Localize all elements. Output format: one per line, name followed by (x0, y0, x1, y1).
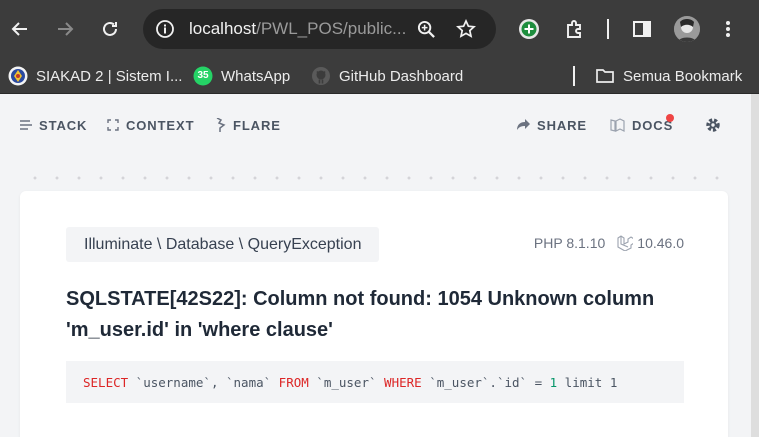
siakad-logo-icon (8, 66, 28, 86)
docs-notification-dot (666, 114, 674, 122)
side-panel-button[interactable] (630, 17, 654, 41)
stack-icon (20, 120, 32, 130)
laravel-version-group: 10.46.0 (617, 235, 684, 251)
sql-query: SELECT `username`, `nama` FROM `m_user` … (66, 361, 684, 403)
bookmark-siakad[interactable]: SIAKAD 2 | Sistem I... (8, 58, 182, 94)
bookmarks-divider (573, 66, 575, 86)
sql-fade-overlay (650, 361, 684, 403)
context-icon (107, 119, 119, 131)
all-bookmarks-button[interactable]: Semua Bookmark (595, 58, 742, 94)
whatsapp-icon: 35 (193, 66, 213, 86)
version-info: PHP 8.1.10 10.46.0 (534, 235, 684, 251)
back-button[interactable] (8, 17, 32, 41)
all-bookmarks-label: Semua Bookmark (623, 67, 743, 85)
profile-avatar[interactable] (674, 16, 700, 42)
site-info-icon[interactable] (155, 19, 175, 39)
nav-share[interactable]: SHARE (517, 116, 587, 134)
puzzle-icon (567, 20, 581, 38)
back-icon (11, 22, 27, 36)
settings-button[interactable] (705, 116, 728, 134)
bookmark-github[interactable]: GitHub Dashboard (311, 58, 463, 94)
toolbar-divider (607, 19, 609, 39)
gear-icon (706, 118, 720, 132)
reload-icon (103, 21, 117, 36)
sql-keyword-where: WHERE (384, 374, 422, 390)
url-path: /PWL_POS/public... (256, 19, 407, 38)
php-version: PHP 8.1.10 (533, 235, 606, 251)
bookmark-label: WhatsApp (221, 67, 291, 85)
star-icon[interactable] (456, 19, 476, 39)
share-icon (517, 119, 530, 130)
browser-toolbar: localhost/PWL_POS/public... (0, 0, 759, 58)
folder-icon (595, 66, 615, 86)
sql-columns: `username`, `nama` (128, 374, 279, 390)
github-icon (311, 66, 331, 86)
extensions-button[interactable] (563, 17, 587, 41)
extension-plus-icon (519, 19, 539, 39)
sql-keyword-select: SELECT (83, 374, 129, 390)
nav-flare[interactable]: FLARE (215, 116, 281, 134)
sql-keyword-from: FROM (278, 374, 309, 390)
zoom-icon[interactable] (417, 20, 436, 39)
url-text[interactable]: localhost/PWL_POS/public... (189, 19, 406, 39)
whatsapp-badge: 35 (197, 70, 209, 81)
extension-plus-button[interactable] (517, 17, 541, 41)
side-panel-icon (633, 21, 651, 37)
ignition-nav: STACK CONTEXT FLARE SHARE DOCS (0, 94, 751, 154)
url-host: localhost (189, 19, 257, 38)
forward-button[interactable] (53, 17, 77, 41)
address-bar[interactable]: localhost/PWL_POS/public... (143, 9, 496, 49)
exception-class: Illuminate \ Database \ QueryException (66, 227, 380, 262)
error-message: SQLSTATE[42S22]: Column not found: 1054 … (66, 288, 655, 341)
bookmarks-bar: SIAKAD 2 | Sistem I... 35 WhatsApp GitHu… (0, 58, 759, 94)
forward-icon (58, 22, 74, 36)
nav-stack[interactable]: STACK (20, 116, 87, 134)
flare-icon (216, 118, 226, 132)
bookmark-label: SIAKAD 2 | Sistem I... (36, 67, 183, 85)
sql-table: `m_user` (308, 374, 385, 390)
avatar-icon (674, 16, 700, 42)
error-card: Illuminate \ Database \ QueryException P… (20, 191, 728, 437)
chrome-menu-button[interactable] (716, 17, 740, 41)
sql-rest: limit 1 (557, 374, 618, 390)
sql-condition: `m_user`.`id` = (421, 374, 550, 390)
page-scrollbar[interactable] (751, 94, 759, 437)
bookmark-whatsapp[interactable]: 35 WhatsApp (193, 58, 290, 94)
docs-icon (610, 118, 625, 132)
nav-flare-label: FLARE (233, 117, 281, 133)
nav-stack-label: STACK (39, 117, 88, 133)
nav-share-label: SHARE (537, 117, 588, 133)
more-vertical-icon (726, 21, 730, 37)
nav-context-label: CONTEXT (126, 117, 195, 133)
nav-docs[interactable]: DOCS (610, 116, 673, 134)
dotted-divider (24, 176, 728, 180)
bookmark-label: GitHub Dashboard (339, 67, 464, 85)
nav-context[interactable]: CONTEXT (107, 116, 194, 134)
sql-number: 1 (549, 374, 558, 390)
laravel-icon (617, 235, 634, 251)
laravel-version: 10.46.0 (637, 235, 684, 251)
reload-button[interactable] (98, 17, 122, 41)
